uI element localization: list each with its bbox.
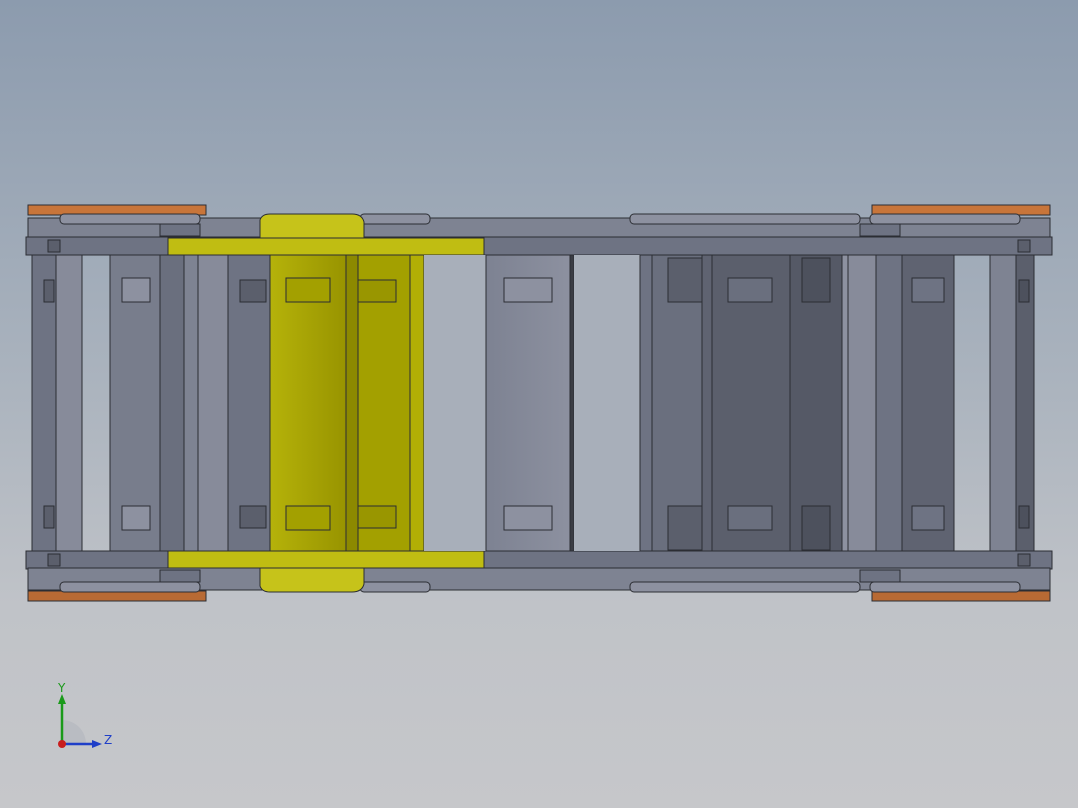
orientation-triad: Y Z bbox=[57, 681, 112, 748]
3d-viewport[interactable] bbox=[0, 0, 1078, 808]
chain-link-2[interactable] bbox=[183, 254, 271, 552]
x-axis-icon bbox=[58, 740, 66, 748]
z-axis-label: Z bbox=[104, 733, 112, 747]
drag-chain-model[interactable] bbox=[25, 204, 1053, 602]
triad-plane-shade bbox=[62, 720, 86, 744]
y-arrow-icon bbox=[58, 694, 66, 704]
z-arrow-icon bbox=[92, 740, 102, 748]
chain-link-4[interactable] bbox=[424, 254, 640, 552]
chain-link-6[interactable] bbox=[841, 254, 955, 552]
y-axis-label: Y bbox=[57, 681, 66, 695]
chain-link-7[interactable] bbox=[989, 254, 1035, 552]
chain-link-1[interactable] bbox=[31, 254, 185, 552]
chain-link-5[interactable] bbox=[639, 254, 843, 552]
